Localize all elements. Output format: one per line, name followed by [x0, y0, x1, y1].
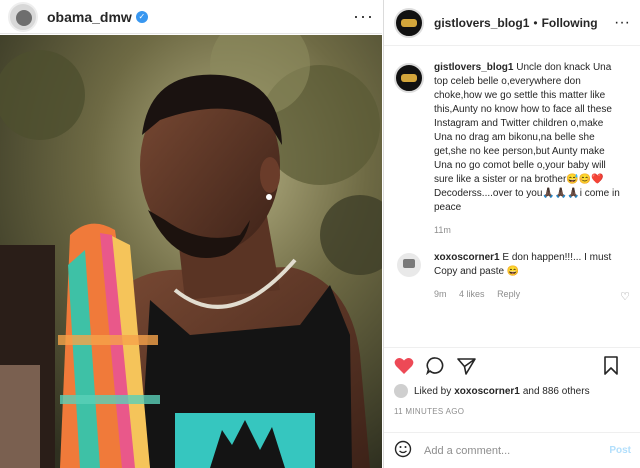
post-header: gistlovers_blog1 • Following ··· — [384, 0, 640, 46]
post-button[interactable]: Post — [609, 445, 631, 456]
reply-button[interactable]: Reply — [497, 289, 520, 299]
verified-badge-icon: ✓ — [135, 10, 148, 23]
comment-body: xoxoscorner1 E don happen!!!... I must C… — [434, 251, 624, 301]
emoji-icon[interactable] — [394, 440, 412, 461]
comment-meta: 9m 4 likes Reply — [434, 287, 624, 301]
caption-meta: 11m — [434, 223, 624, 237]
like-heart-icon[interactable] — [394, 357, 414, 375]
caption: gistlovers_blog1 Uncle don knack Una top… — [384, 47, 640, 237]
caption-body: gistlovers_blog1 Uncle don knack Una top… — [434, 61, 624, 237]
profile-username[interactable]: obama_dmw — [47, 9, 132, 25]
comment-like-heart-icon[interactable]: ♡ — [620, 290, 630, 303]
caption-avatar[interactable] — [394, 63, 424, 93]
post-media-column: obama_dmw ✓ ··· — [0, 0, 382, 468]
post-details-panel: gistlovers_blog1 • Following ··· gistlov… — [383, 0, 640, 468]
bookmark-icon[interactable] — [603, 356, 619, 375]
author-username[interactable]: gistlovers_blog1 — [434, 16, 529, 30]
comment-time: 9m — [434, 289, 447, 299]
caption-time: 11m — [434, 225, 451, 235]
add-comment-input[interactable]: Add a comment... — [424, 445, 510, 457]
profile-avatar[interactable] — [8, 1, 38, 32]
media-header: obama_dmw ✓ ··· — [0, 0, 382, 34]
header-separator: • — [533, 15, 538, 30]
likes-user[interactable]: xoxoscorner1 — [454, 386, 520, 397]
photo-illustration — [0, 35, 382, 468]
instagram-post-view: obama_dmw ✓ ··· gistlovers_blog1 • Follo… — [0, 0, 640, 468]
likes-summary: Liked by xoxoscorner1 and 886 others — [394, 384, 590, 398]
post-photo — [0, 35, 382, 468]
comment-likes[interactable]: 4 likes — [459, 289, 485, 299]
share-send-icon[interactable] — [457, 357, 476, 375]
comment-username[interactable]: xoxoscorner1 — [434, 252, 500, 263]
post-actions — [384, 347, 640, 383]
liker-avatar[interactable] — [394, 384, 408, 398]
likes-prefix: Liked by — [414, 385, 452, 397]
add-comment-bar: Add a comment... Post — [384, 432, 640, 468]
post-timestamp: 11 MINUTES AGO — [394, 407, 465, 416]
caption-text: Uncle don knack Una top celeb belle o,ev… — [434, 62, 620, 213]
more-options-icon[interactable]: ··· — [353, 6, 374, 27]
comment-avatar[interactable] — [397, 253, 421, 277]
comment-bubble-icon[interactable] — [426, 356, 445, 375]
following-button[interactable]: Following — [542, 16, 598, 30]
comment-item: xoxoscorner1 E don happen!!!... I must C… — [384, 237, 640, 301]
likes-suffix[interactable]: and 886 others — [523, 386, 590, 397]
caption-username[interactable]: gistlovers_blog1 — [434, 62, 513, 73]
more-options-icon[interactable]: ··· — [614, 14, 630, 32]
comments-list[interactable]: gistlovers_blog1 Uncle don knack Una top… — [384, 47, 640, 343]
author-avatar[interactable] — [394, 7, 424, 38]
